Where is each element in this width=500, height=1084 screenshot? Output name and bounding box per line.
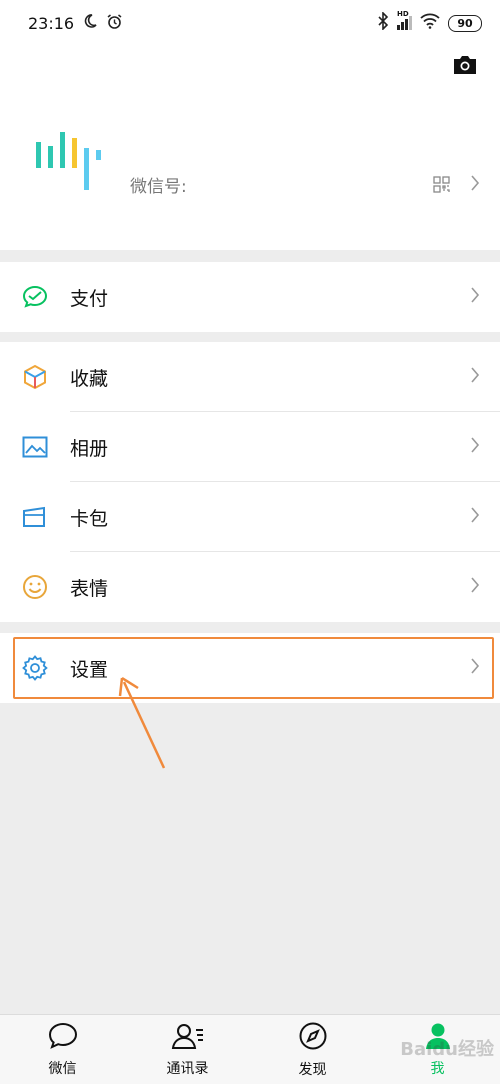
menu-label-pay: 支付 [70, 287, 109, 310]
avatar[interactable] [34, 132, 106, 194]
gear-icon [22, 655, 48, 681]
contacts-icon [171, 1022, 205, 1054]
tab-contacts[interactable]: 通讯录 [125, 1015, 250, 1084]
chevron-right-icon [470, 366, 480, 388]
bottom-tab-bar: 微信 通讯录 发现 我 Baidu经验 [0, 1014, 500, 1084]
menu-item-album[interactable]: 相册 [0, 412, 500, 482]
chat-bubble-icon [48, 1022, 78, 1054]
menu-item-cards[interactable]: 卡包 [0, 482, 500, 552]
chevron-right-icon [470, 657, 480, 679]
camera-icon[interactable] [452, 54, 478, 80]
compass-icon [298, 1021, 328, 1055]
signal-icon: HD [397, 10, 412, 30]
wechat-id-label: 微信号: [130, 177, 187, 197]
menu-label-settings: 设置 [70, 658, 109, 681]
moon-icon [82, 13, 98, 33]
chevron-right-icon [470, 436, 480, 458]
favorites-icon [22, 364, 48, 390]
network-hd-label: HD [397, 10, 409, 18]
menu-label-favorites: 收藏 [70, 367, 109, 390]
qr-code-icon[interactable] [433, 176, 450, 197]
tab-label-chats: 微信 [48, 1060, 77, 1077]
tab-me[interactable]: 我 Baidu经验 [375, 1015, 500, 1084]
menu-label-stickers: 表情 [70, 577, 109, 600]
tab-label-discover: 发现 [298, 1061, 327, 1078]
status-bar: 23:16 HD 90 [0, 0, 500, 46]
annotation-arrow-icon [110, 672, 170, 776]
chevron-right-icon [470, 174, 480, 196]
menu-item-settings[interactable]: 设置 [0, 633, 500, 703]
menu-group-settings: 设置 [0, 633, 500, 703]
baidu-watermark: Baidu经验 [400, 1039, 494, 1060]
album-icon [22, 434, 48, 460]
menu-item-favorites[interactable]: 收藏 [0, 342, 500, 412]
wifi-icon [420, 13, 440, 33]
menu-item-stickers[interactable]: 表情 [0, 552, 500, 622]
chevron-right-icon [470, 286, 480, 308]
cards-icon [22, 504, 48, 530]
menu-item-pay[interactable]: 支付 [0, 262, 500, 332]
menu-label-cards: 卡包 [70, 507, 109, 530]
chevron-right-icon [470, 506, 480, 528]
status-time: 23:16 [28, 13, 75, 33]
pay-icon [22, 284, 48, 310]
tab-label-contacts: 通讯录 [166, 1060, 209, 1077]
menu-label-album: 相册 [70, 437, 109, 460]
chevron-right-icon [470, 576, 480, 598]
battery-indicator: 90 [448, 14, 482, 32]
alarm-icon [106, 13, 123, 34]
tab-discover[interactable]: 发现 [250, 1015, 375, 1084]
tab-chats[interactable]: 微信 [0, 1015, 125, 1084]
menu-group-pay: 支付 [0, 262, 500, 332]
profile-header[interactable]: 微信号: [0, 46, 500, 250]
smiley-icon [22, 574, 48, 600]
menu-group-services: 收藏 相册 卡包 表情 [0, 342, 500, 622]
bluetooth-icon [377, 11, 389, 34]
